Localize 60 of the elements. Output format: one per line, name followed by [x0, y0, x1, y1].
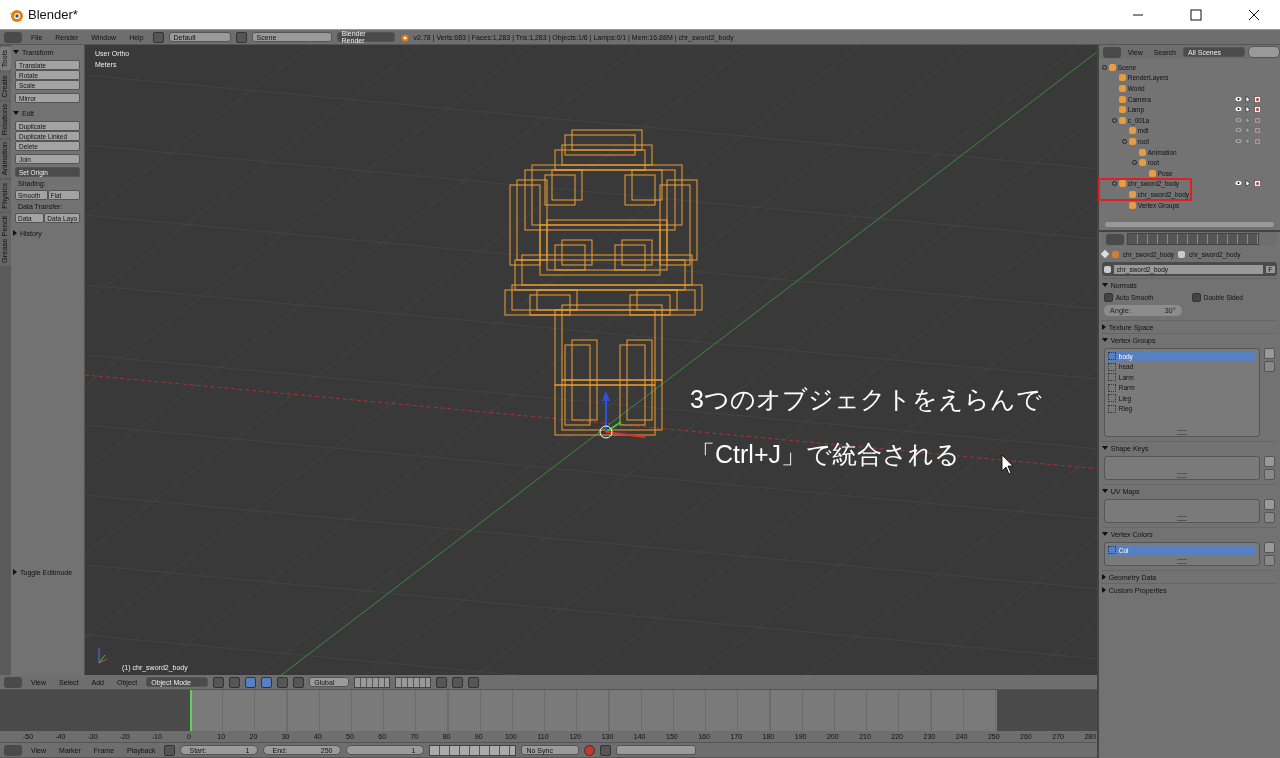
keying-set-field[interactable] — [616, 745, 697, 755]
editor-type-icon[interactable] — [4, 744, 22, 756]
object-icon — [1111, 250, 1119, 258]
layer-buttons-icon[interactable] — [354, 676, 391, 688]
remove-icon[interactable] — [1264, 512, 1275, 523]
annotation-text: 3つのオブジェクトをえらんで — [690, 384, 1042, 415]
add-icon[interactable] — [1264, 348, 1275, 359]
add-icon[interactable] — [1264, 499, 1275, 510]
remove-icon[interactable] — [1264, 469, 1275, 480]
expanded-triangle-icon[interactable] — [1101, 446, 1108, 450]
scroll-bar[interactable] — [1104, 222, 1274, 227]
window-title: Blender* — [28, 7, 78, 22]
expanded-triangle-icon[interactable] — [13, 50, 19, 54]
editor-type-icon[interactable] — [1105, 233, 1124, 245]
collapsed-triangle-icon[interactable] — [13, 230, 17, 236]
search-field[interactable] — [1248, 46, 1280, 58]
maximize-icon[interactable] — [1190, 8, 1202, 21]
visibility-icons[interactable] — [1234, 180, 1264, 188]
list-box[interactable] — [1103, 456, 1260, 480]
collapsed-triangle-icon[interactable] — [1101, 574, 1106, 580]
remove-icon[interactable] — [1264, 361, 1275, 372]
checkbox[interactable] — [1191, 293, 1201, 302]
expanded-triangle-icon[interactable] — [1101, 283, 1108, 287]
mouse-cursor-icon — [1001, 454, 1014, 475]
add-icon[interactable] — [1264, 542, 1275, 553]
checkbox[interactable] — [1103, 293, 1113, 302]
resize-grip-icon[interactable] — [1176, 559, 1187, 564]
translate-icon[interactable] — [261, 676, 273, 688]
editor-type-icon[interactable] — [1102, 46, 1121, 58]
playback-controls-icon[interactable] — [429, 744, 517, 756]
editor-type-icon[interactable] — [4, 31, 22, 43]
expanded-triangle-icon[interactable] — [1101, 338, 1108, 342]
properties-tab-icons[interactable] — [1126, 233, 1259, 245]
record-icon[interactable] — [584, 744, 596, 756]
axis-icon — [98, 647, 108, 664]
collapsed-triangle-icon[interactable] — [13, 569, 17, 576]
collapsed-triangle-icon[interactable] — [1101, 324, 1106, 330]
close-icon[interactable] — [1248, 8, 1260, 21]
remove-icon[interactable] — [1264, 555, 1275, 566]
expanded-triangle-icon[interactable] — [1101, 532, 1108, 536]
mesh-data-icon[interactable] — [1103, 265, 1111, 273]
visibility-icons[interactable] — [1234, 106, 1264, 114]
resize-grip-icon[interactable] — [1176, 516, 1187, 521]
list-box[interactable] — [1103, 499, 1260, 523]
editor-type-icon[interactable] — [4, 676, 22, 688]
layer-buttons-icon[interactable] — [395, 676, 432, 688]
mesh-icon — [1178, 250, 1186, 258]
transform-gizmo-icon[interactable] — [599, 391, 646, 439]
pin-icon[interactable] — [1100, 249, 1109, 259]
manipulator-icon[interactable] — [245, 676, 257, 688]
resize-grip-icon[interactable] — [1176, 430, 1187, 435]
annotation-text: 「Ctrl+J」で統合される — [690, 439, 960, 470]
expanded-triangle-icon[interactable] — [1101, 489, 1108, 493]
expanded-triangle-icon[interactable] — [13, 111, 19, 115]
wireframe-model-drawing[interactable] — [504, 129, 703, 436]
collapsed-triangle-icon[interactable] — [1101, 587, 1106, 593]
blender-logo-icon — [399, 32, 409, 42]
add-icon[interactable] — [1264, 456, 1275, 467]
resize-grip-icon[interactable] — [1176, 473, 1187, 478]
visibility-icons[interactable] — [1234, 95, 1264, 103]
